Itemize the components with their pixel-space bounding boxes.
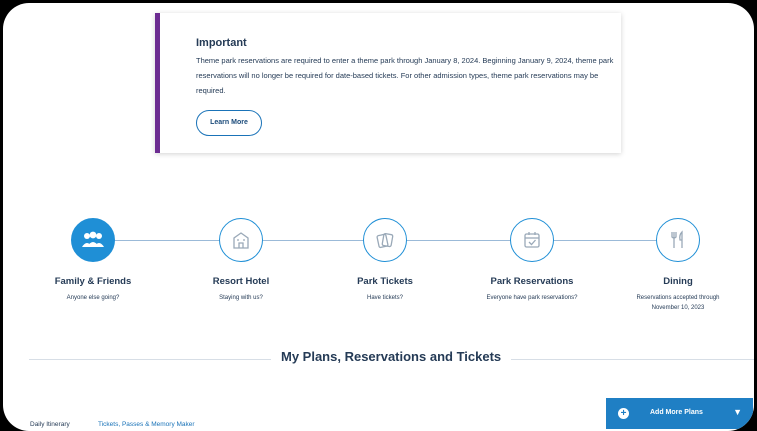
chevron-down-icon: ▼ — [733, 407, 742, 417]
step-subtitle: Staying with us? — [219, 295, 263, 301]
step-title: Resort Hotel — [212, 276, 270, 287]
step-title: Park Reservations — [490, 276, 574, 287]
tab-tickets-passes[interactable]: Tickets, Passes & Memory Maker — [98, 421, 195, 428]
step-subtitle: Have tickets? — [366, 295, 403, 301]
add-more-plans-button[interactable]: + Add More Plans ▼ — [606, 398, 753, 429]
add-more-plans-label: Add More Plans — [650, 409, 703, 416]
step-subtitle: Anyone else going? — [66, 295, 120, 301]
hotel-icon — [219, 218, 263, 262]
plans-heading: My Plans, Reservations and Tickets — [271, 349, 512, 364]
step-dining[interactable]: Dining Reservations accepted through Nov… — [608, 218, 748, 313]
tickets-icon — [363, 218, 407, 262]
step-subtitle: Everyone have park reservations? — [486, 295, 578, 301]
step-title: Park Tickets — [357, 276, 413, 287]
calendar-check-icon — [510, 218, 554, 262]
notice-body: Theme park reservations are required to … — [196, 56, 614, 95]
step-park-tickets[interactable]: Park Tickets Have tickets? — [315, 218, 455, 303]
page-frame: Important Theme park reservations are re… — [3, 3, 754, 431]
step-subtitle: Reservations accepted through November 1… — [636, 295, 720, 311]
step-title: Family & Friends — [54, 276, 132, 287]
dining-icon — [656, 218, 700, 262]
step-park-reservations[interactable]: Park Reservations Everyone have park res… — [462, 218, 602, 303]
step-title: Dining — [663, 276, 693, 287]
learn-more-button[interactable]: Learn More — [196, 110, 262, 136]
tab-daily-itinerary[interactable]: Daily Itinerary — [30, 421, 70, 428]
important-notice: Important Theme park reservations are re… — [155, 13, 621, 153]
step-resort-hotel[interactable]: Resort Hotel Staying with us? — [171, 218, 311, 303]
plus-icon: + — [618, 408, 629, 419]
notice-title: Important — [196, 37, 247, 49]
step-family-friends[interactable]: Family & Friends Anyone else going? — [23, 218, 163, 303]
family-icon — [71, 218, 115, 262]
